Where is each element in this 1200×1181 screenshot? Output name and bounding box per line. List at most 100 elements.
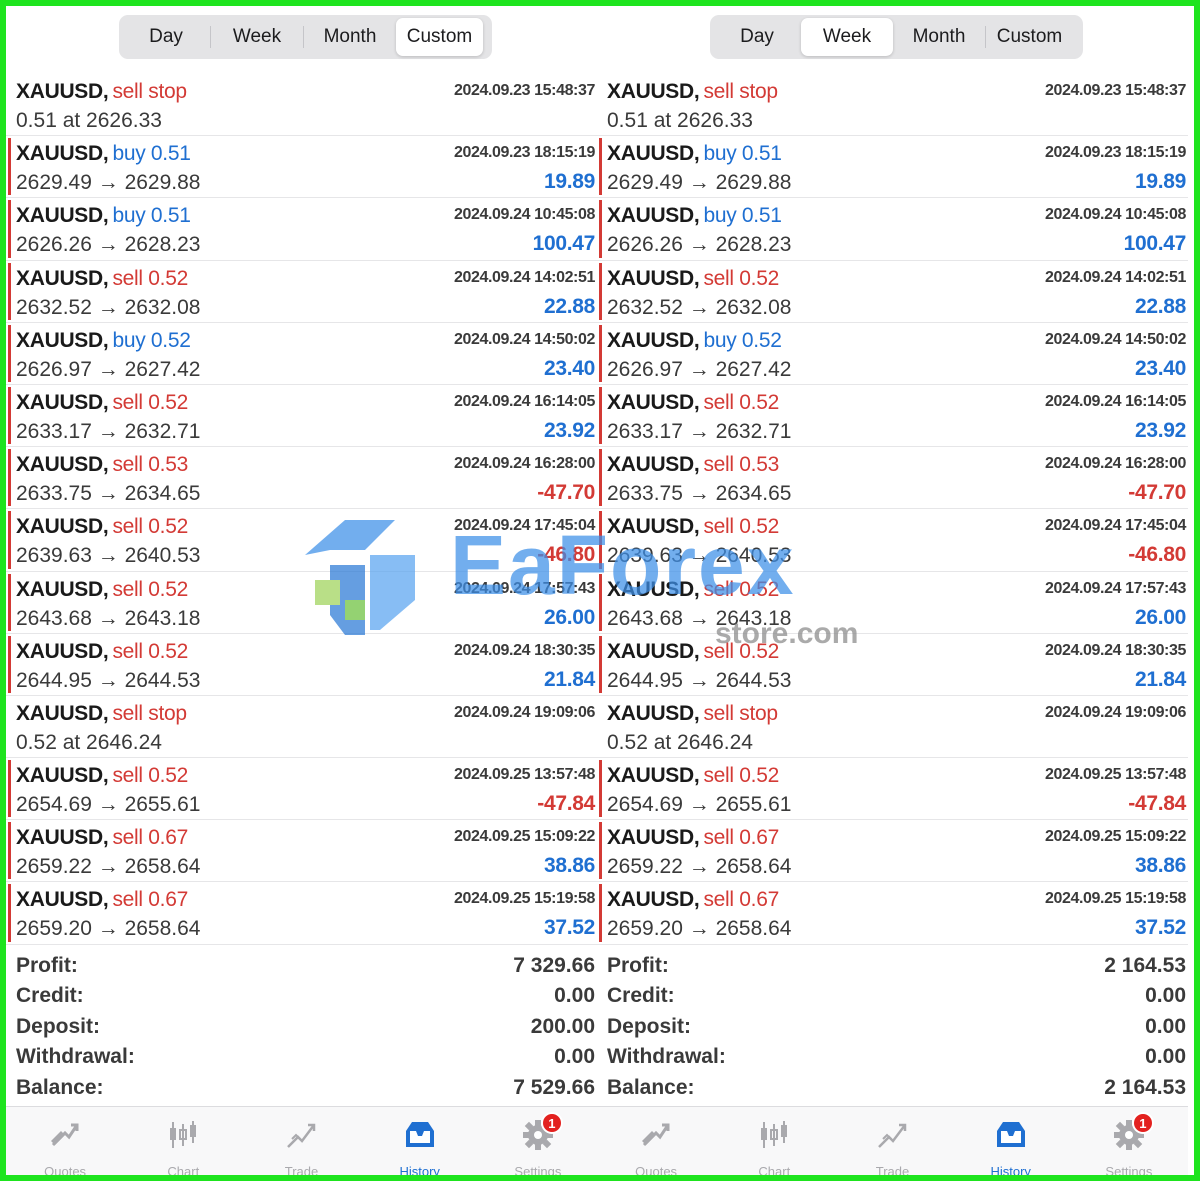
deal-row[interactable]: XAUUSD, sell 0.53 2024.09.24 16:28:00 2633.… — [6, 447, 597, 510]
deal-price: 2639.63 → 2640.53 — [16, 544, 201, 568]
deal-profit: 19.89 — [1134, 170, 1186, 194]
tabbar-quotes[interactable]: Quotes — [6, 1107, 124, 1175]
deal-profit: 19.89 — [543, 170, 595, 194]
tabbar-settings[interactable]: Settings 1 — [1070, 1107, 1188, 1175]
deal-row[interactable]: XAUUSD, buy 0.51 2024.09.23 18:15:19 2629.4… — [597, 136, 1188, 199]
tab-day[interactable]: Day — [713, 18, 801, 56]
deal-row[interactable]: XAUUSD, sell 0.53 2024.09.24 16:28:00 2633.… — [597, 447, 1188, 510]
symbol-name: XAUUSD — [607, 826, 694, 850]
deal-list: XAUUSD, sell stop 2024.09.23 15:48:37 0.51 … — [597, 74, 1188, 945]
tab-month[interactable]: Month — [893, 18, 985, 56]
deal-action: sell 0.52 — [703, 639, 779, 663]
tabbar-trade[interactable]: Trade — [242, 1107, 360, 1175]
deal-symbol: XAUUSD, buy 0.51 — [607, 204, 782, 228]
deal-time: 2024.09.24 18:30:35 — [454, 641, 595, 659]
deal-row[interactable]: XAUUSD, sell 0.52 2024.09.25 13:57:48 2654.… — [597, 758, 1188, 821]
tabbar-chart[interactable]: Chart — [124, 1107, 242, 1175]
tabbar-trade[interactable]: Trade — [833, 1107, 951, 1175]
deal-symbol: XAUUSD, sell 0.52 — [607, 578, 779, 602]
tabbar-history[interactable]: History — [952, 1107, 1070, 1175]
deal-symbol: XAUUSD, buy 0.52 — [16, 329, 191, 353]
deal-row[interactable]: XAUUSD, sell 0.52 2024.09.24 14:02:51 2632.… — [597, 261, 1188, 323]
deal-time: 2024.09.23 18:15:19 — [454, 144, 595, 162]
deal-time: 2024.09.23 18:15:19 — [1045, 144, 1186, 162]
deal-profit: -46.80 — [1128, 543, 1186, 567]
deal-action: sell 0.52 — [112, 266, 188, 290]
tab-day[interactable]: Day — [122, 18, 210, 56]
deal-row[interactable]: XAUUSD, sell 0.52 2024.09.24 14:02:51 2632.… — [6, 261, 597, 323]
deal-row[interactable]: XAUUSD, sell 0.52 2024.09.24 18:30:35 2644.… — [597, 634, 1188, 696]
symbol-name: XAUUSD — [16, 701, 103, 725]
history-panel-left: Day Week Month Custom XAUUSD, sell stop 20… — [6, 6, 597, 1175]
deal-row[interactable]: XAUUSD, sell 0.52 2024.09.24 17:45:04 2639.… — [6, 509, 597, 572]
deal-time: 2024.09.24 16:28:00 — [1045, 455, 1186, 473]
tabbar-settings[interactable]: Settings 1 — [479, 1107, 597, 1175]
tab-custom[interactable]: Custom — [986, 18, 1073, 56]
tab-label: Trade — [875, 1164, 910, 1175]
deal-symbol: XAUUSD, sell 0.67 — [16, 826, 188, 850]
deal-action: sell 0.52 — [112, 577, 188, 601]
symbol-separator: , — [693, 888, 700, 912]
deal-price: 2643.68 → 2643.18 — [16, 606, 201, 630]
deal-row[interactable]: XAUUSD, sell 0.67 2024.09.25 15:09:22 2659.… — [597, 820, 1188, 883]
deal-action: sell 0.52 — [112, 515, 188, 539]
deal-row[interactable]: XAUUSD, buy 0.51 2024.09.24 10:45:08 2626.2… — [6, 198, 597, 261]
order-row[interactable]: XAUUSD, sell stop 2024.09.23 15:48:37 0.51 … — [597, 74, 1188, 137]
deal-symbol: XAUUSD, sell 0.52 — [607, 391, 779, 415]
deal-symbol: XAUUSD, buy 0.52 — [607, 329, 782, 353]
deal-action: buy 0.51 — [703, 142, 782, 166]
summary-profit: Profit: 2 164.53 — [597, 950, 1188, 980]
deal-row[interactable]: XAUUSD, sell 0.52 2024.09.24 18:30:35 2644.… — [6, 634, 597, 696]
deal-price: 2633.75 → 2634.65 — [16, 482, 201, 506]
tab-month[interactable]: Month — [304, 18, 396, 56]
deal-row[interactable]: XAUUSD, buy 0.51 2024.09.24 10:45:08 2626.2… — [597, 198, 1188, 261]
summary-balance: Balance: 2 164.53 — [597, 1072, 1188, 1102]
deal-symbol: XAUUSD, sell 0.67 — [607, 826, 779, 850]
deal-row[interactable]: XAUUSD, sell 0.52 2024.09.25 13:57:48 2654.… — [6, 758, 597, 821]
deal-row[interactable]: XAUUSD, buy 0.51 2024.09.23 18:15:19 2629.4… — [6, 136, 597, 199]
deal-row[interactable]: XAUUSD, sell 0.52 2024.09.24 16:14:05 2633.… — [6, 385, 597, 448]
order-row[interactable]: XAUUSD, sell stop 2024.09.24 19:09:06 0.52 … — [597, 696, 1188, 759]
tabbar-history[interactable]: History — [361, 1107, 479, 1175]
deal-action: sell stop — [112, 701, 187, 725]
symbol-name: XAUUSD — [607, 204, 694, 228]
summary-label: Credit: — [607, 984, 675, 1008]
deal-row[interactable]: XAUUSD, sell 0.52 2024.09.24 16:14:05 2633.… — [597, 385, 1188, 448]
deal-price: 2632.52 → 2632.08 — [607, 295, 792, 319]
tab-week[interactable]: Week — [211, 18, 303, 56]
tabbar-chart[interactable]: Chart — [715, 1107, 833, 1175]
deal-symbol: XAUUSD, buy 0.51 — [16, 204, 191, 228]
summary-label: Balance: — [16, 1075, 104, 1099]
deal-symbol: XAUUSD, sell 0.52 — [16, 267, 188, 291]
deal-row[interactable]: XAUUSD, sell 0.67 2024.09.25 15:09:22 2659.… — [6, 820, 597, 883]
symbol-separator: , — [102, 515, 109, 539]
deal-row[interactable]: XAUUSD, buy 0.52 2024.09.24 14:50:02 2626.9… — [6, 323, 597, 385]
symbol-name: XAUUSD — [16, 515, 103, 539]
deal-row[interactable]: XAUUSD, sell 0.67 2024.09.25 15:19:58 2659.… — [6, 882, 597, 945]
deal-price: 2626.26 → 2628.23 — [16, 233, 201, 257]
deal-action: buy 0.52 — [703, 328, 782, 352]
symbol-name: XAUUSD — [607, 515, 694, 539]
symbol-separator: , — [693, 826, 700, 850]
deal-row[interactable]: XAUUSD, sell 0.52 2024.09.24 17:57:43 2643.… — [597, 572, 1188, 634]
deal-row[interactable]: XAUUSD, buy 0.52 2024.09.24 14:50:02 2626.9… — [597, 323, 1188, 385]
deal-row[interactable]: XAUUSD, sell 0.52 2024.09.24 17:45:04 2639.… — [597, 509, 1188, 572]
tab-week[interactable]: Week — [801, 18, 893, 56]
deal-profit: 22.88 — [543, 294, 595, 318]
symbol-name: XAUUSD — [607, 390, 694, 414]
order-row[interactable]: XAUUSD, sell stop 2024.09.23 15:48:37 0.51 … — [6, 74, 597, 137]
order-row[interactable]: XAUUSD, sell stop 2024.09.24 19:09:06 0.52 … — [6, 696, 597, 759]
deal-action: sell 0.67 — [112, 888, 188, 912]
tab-label: Quotes — [44, 1164, 87, 1175]
deal-row[interactable]: XAUUSD, sell 0.52 2024.09.24 17:57:43 2643.… — [6, 572, 597, 634]
summary-profit: Profit: 7 329.66 — [6, 950, 597, 980]
deal-row[interactable]: XAUUSD, sell 0.67 2024.09.25 15:19:58 2659.… — [597, 882, 1188, 945]
deal-action: sell 0.52 — [703, 577, 779, 601]
tab-custom[interactable]: Custom — [396, 18, 483, 56]
deal-profit: -46.80 — [537, 543, 595, 567]
tabbar-quotes[interactable]: Quotes — [597, 1107, 715, 1175]
symbol-separator: , — [693, 577, 700, 601]
symbol-separator: , — [693, 142, 700, 166]
symbol-separator: , — [102, 764, 109, 788]
deal-price: 2654.69 → 2655.61 — [16, 793, 201, 817]
